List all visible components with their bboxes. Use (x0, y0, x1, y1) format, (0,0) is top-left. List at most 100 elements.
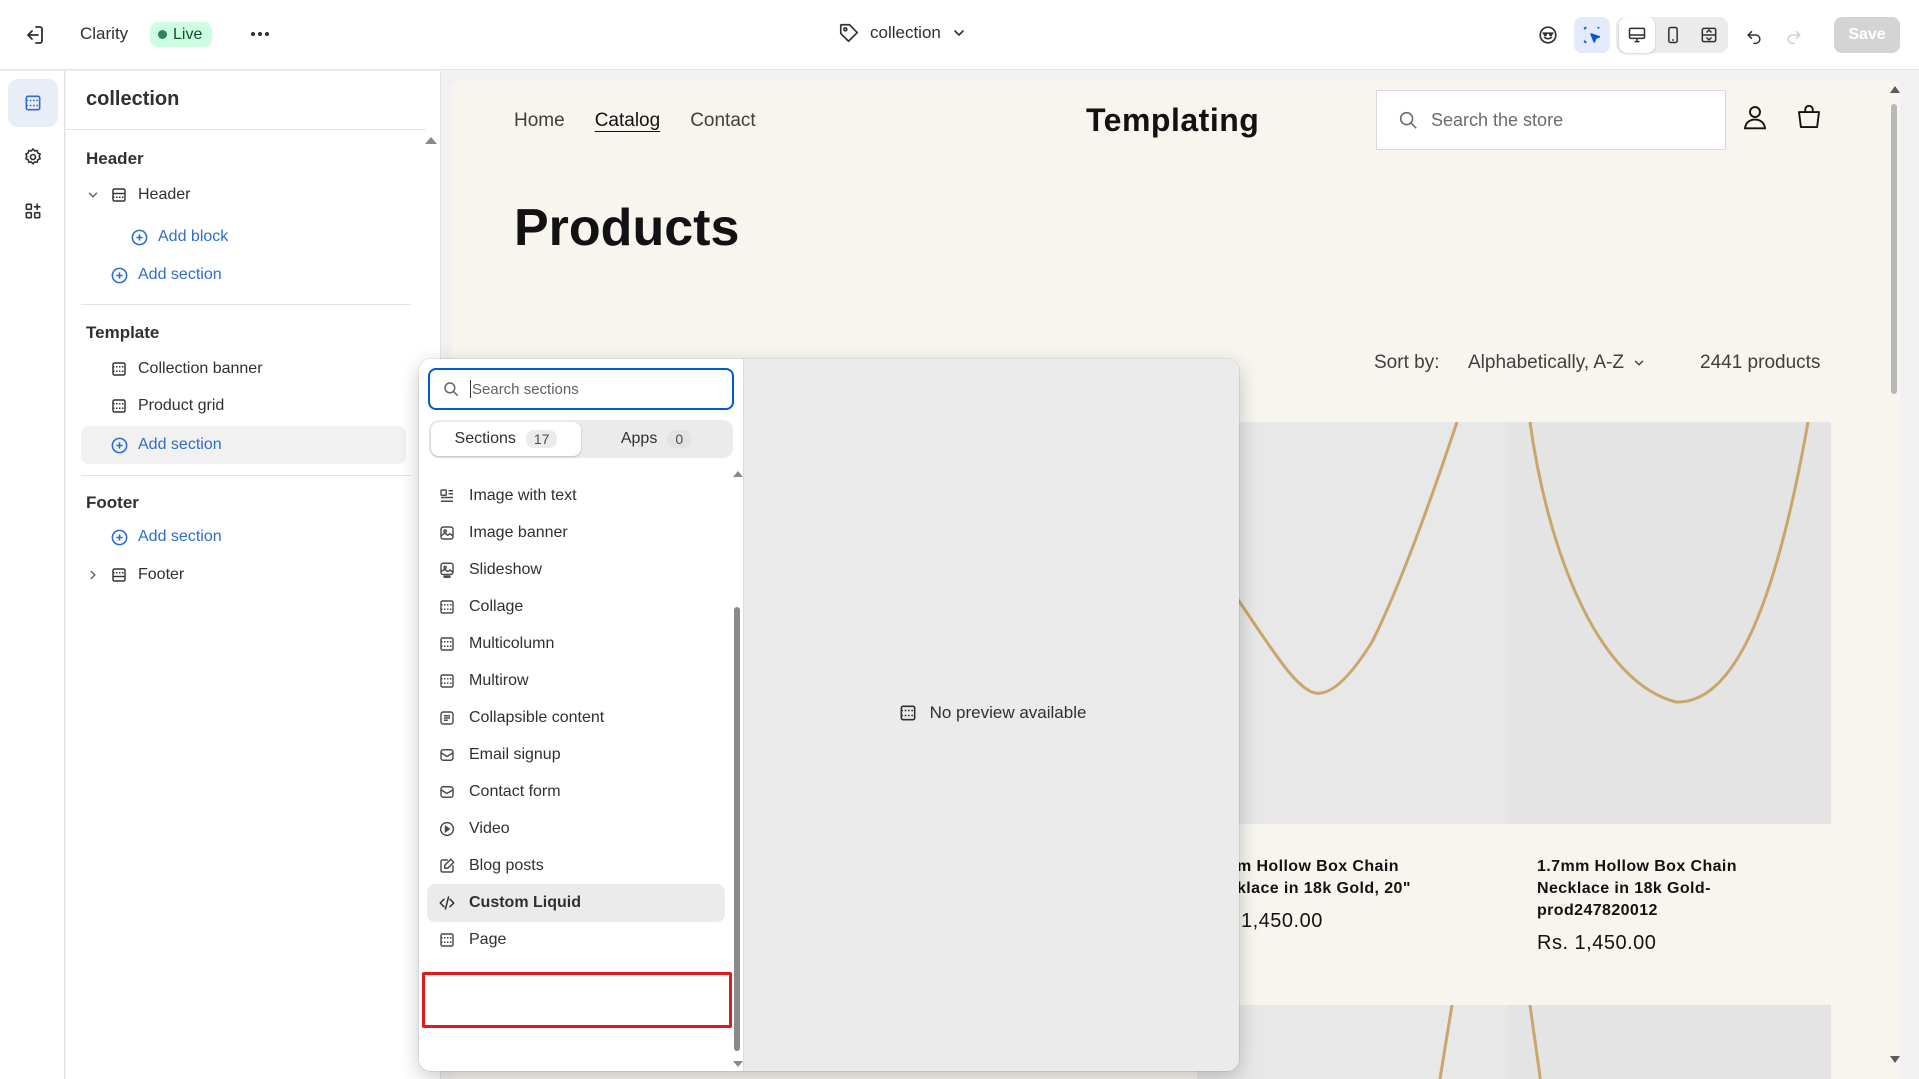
divider (66, 129, 426, 130)
sidebar-item-product-grid[interactable]: Product grid (109, 388, 224, 424)
add-block-button[interactable]: Add block (129, 219, 228, 255)
chevron-down-icon (1632, 356, 1646, 370)
store-search-input[interactable]: Search the store (1376, 90, 1726, 150)
sidebar-item-label: Footer (138, 566, 185, 583)
edit-icon (437, 856, 457, 876)
list-item-image-with-text[interactable]: Image with text (427, 477, 725, 515)
list-item-custom-liquid[interactable]: Custom Liquid (427, 884, 725, 922)
nav-link-home[interactable]: Home (514, 110, 565, 132)
search-sections-input[interactable]: Search sections (428, 368, 734, 410)
sort-label: Sort by: (1374, 352, 1440, 373)
store-logo[interactable]: Templating (1086, 102, 1259, 139)
layout-icon (109, 359, 129, 379)
scroll-down-arrow[interactable] (1890, 1056, 1900, 1063)
undo-icon[interactable] (1736, 17, 1772, 53)
product-image[interactable] (1508, 1005, 1831, 1079)
scroll-up-arrow[interactable] (1890, 86, 1900, 93)
live-badge-label: Live (173, 25, 203, 43)
plus-circle-icon (109, 265, 129, 285)
tag-icon (838, 22, 860, 44)
list-item-label: Blog posts (469, 857, 544, 874)
add-section-footer-button[interactable]: Add section (109, 519, 222, 555)
page-selector[interactable]: collection (838, 22, 967, 44)
list-item-multicolumn[interactable]: Multicolumn (427, 625, 725, 663)
plus-circle-icon (109, 435, 129, 455)
product-image[interactable] (1197, 422, 1520, 824)
sidebar-item-label: Collection banner (138, 360, 263, 377)
more-horizontal-icon[interactable] (248, 22, 272, 46)
preview-scrollbar[interactable] (1888, 80, 1900, 1079)
apps-icon[interactable] (8, 187, 58, 235)
gear-icon[interactable] (8, 133, 58, 181)
list-item-multirow[interactable]: Multirow (427, 662, 725, 700)
add-section-label: Add section (138, 266, 222, 283)
list-item-email-signup[interactable]: Email signup (427, 736, 725, 774)
scroll-up-arrow[interactable] (733, 471, 743, 477)
select-tool-icon[interactable] (1574, 17, 1610, 53)
store-nav: Home Catalog Contact (514, 110, 756, 132)
add-section-header-button[interactable]: Add section (109, 257, 222, 293)
tab-sections[interactable]: Sections 17 (431, 422, 581, 456)
section-picker: Search sections Sections 17 Apps 0 Image… (419, 359, 743, 1071)
scroll-thumb[interactable] (734, 607, 740, 1051)
text-caret (470, 380, 471, 398)
cart-icon[interactable] (1794, 102, 1824, 132)
sidebar-item-collection-banner[interactable]: Collection banner (109, 351, 263, 387)
list-item-label: Email signup (469, 746, 561, 763)
fullscreen-icon[interactable] (1691, 17, 1727, 53)
add-section-template-button[interactable]: Add section (109, 427, 222, 463)
list-item-image-banner[interactable]: Image banner (427, 514, 725, 552)
chevron-down-icon[interactable] (86, 188, 100, 202)
list-item-blog-posts[interactable]: Blog posts (427, 847, 725, 885)
scroll-thumb[interactable] (1891, 104, 1897, 394)
list-item-collage[interactable]: Collage (427, 588, 725, 626)
exit-icon[interactable] (22, 23, 46, 47)
product-name[interactable]: m Hollow Box Chain klace in 18k Gold, 20… (1237, 856, 1497, 900)
status-dot (158, 30, 167, 39)
count-badge: 17 (525, 430, 558, 448)
chevron-right-icon[interactable] (86, 568, 100, 582)
annotation-highlight-box (422, 972, 732, 1028)
redo-icon[interactable] (1776, 17, 1812, 53)
search-placeholder: Search the store (1431, 109, 1564, 130)
header-section-icon (109, 185, 129, 205)
list-item-label: Collapsible content (469, 709, 605, 726)
list-item-page[interactable]: Page (427, 921, 725, 959)
image-with-text-icon (437, 486, 457, 506)
tab-label: Sections (454, 430, 516, 447)
list-item-slideshow[interactable]: Slideshow (427, 551, 725, 589)
list-item-video[interactable]: Video (427, 810, 725, 848)
add-block-label: Add block (158, 228, 229, 245)
scroll-down-arrow[interactable] (733, 1061, 743, 1067)
search-placeholder: Search sections (472, 380, 579, 398)
group-template-label: Template (86, 323, 160, 342)
scroll-up-arrow[interactable] (425, 137, 437, 144)
sections-sidebar: collection Header Header Add block Add s… (66, 71, 441, 1079)
product-name[interactable]: 1.7mm Hollow Box Chain Necklace in 18k G… (1537, 856, 1797, 922)
sidebar-item-header[interactable]: Header (86, 177, 190, 213)
product-image[interactable] (1508, 422, 1831, 824)
list-item-collapsible-content[interactable]: Collapsible content (427, 699, 725, 737)
list-item-label: Collage (469, 598, 524, 615)
product-image[interactable] (1197, 1005, 1520, 1079)
picker-scrollbar[interactable] (731, 471, 743, 1071)
nav-link-contact[interactable]: Contact (690, 110, 755, 132)
account-icon[interactable] (1740, 102, 1770, 132)
add-section-popover: Search sections Sections 17 Apps 0 Image… (419, 359, 1239, 1071)
group-header-label: Header (86, 149, 144, 168)
sidebar-item-footer[interactable]: Footer (86, 557, 184, 593)
nav-link-catalog[interactable]: Catalog (595, 110, 661, 132)
list-item-label: Video (469, 820, 510, 837)
list-item-contact-form[interactable]: Contact form (427, 773, 725, 811)
footer-section-icon (109, 565, 129, 585)
tab-apps[interactable]: Apps 0 (581, 422, 731, 456)
sections-icon[interactable] (8, 79, 58, 127)
desktop-icon[interactable] (1619, 17, 1655, 53)
list-item-label: Image banner (469, 524, 568, 541)
mobile-icon[interactable] (1655, 17, 1691, 53)
inspector-icon[interactable] (1530, 17, 1566, 53)
sort-select[interactable]: Alphabetically, A-Z (1468, 352, 1646, 374)
list-item-label: Multirow (469, 672, 529, 689)
save-button[interactable]: Save (1834, 17, 1900, 53)
section-preview-pane: No preview available (743, 359, 1239, 1071)
